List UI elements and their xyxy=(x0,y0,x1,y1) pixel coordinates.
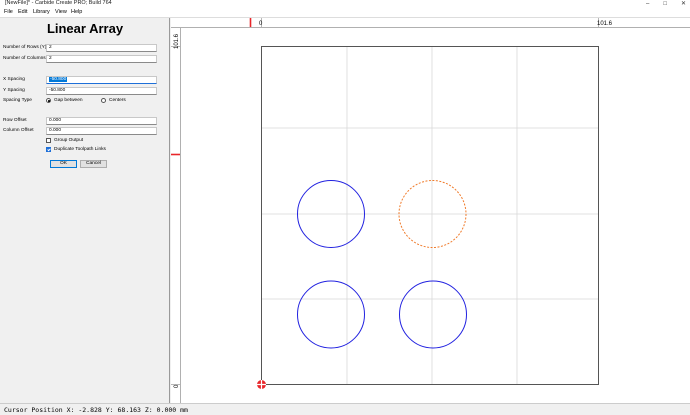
gap-between-label: Gap between xyxy=(54,98,83,103)
group-output-label: Group Output xyxy=(54,138,84,143)
column-offset-input[interactable]: 0.000 xyxy=(46,127,157,135)
linear-array-panel: Linear Array Number of Rows (Y) 2 Number… xyxy=(0,18,170,403)
rows-input[interactable]: 2 xyxy=(46,44,157,52)
x-spacing-label: X Spacing xyxy=(3,77,25,82)
origin-icon xyxy=(257,380,266,389)
menu-view[interactable]: View xyxy=(55,8,67,17)
duplicate-toolpath-checkbox[interactable] xyxy=(46,147,51,152)
y-spacing-row: Y Spacing -50.800 xyxy=(3,87,157,95)
centers-label: Centers xyxy=(109,98,126,103)
rows-row: Number of Rows (Y) 2 xyxy=(3,44,157,52)
column-offset-label: Column Offset xyxy=(3,128,34,133)
column-offset-row: Column Offset 0.000 xyxy=(3,127,157,135)
design-canvas-area[interactable]: 0 101.6 101.6 0 xyxy=(171,18,690,403)
y-spacing-label: Y Spacing xyxy=(3,88,25,93)
group-output-row: Group Output xyxy=(3,137,155,145)
row-offset-label: Row Offset xyxy=(3,118,27,123)
design-canvas[interactable]: 0 101.6 101.6 0 xyxy=(171,18,690,403)
x-spacing-row: X Spacing -50.800 xyxy=(3,76,157,84)
x-spacing-input[interactable]: -50.800 xyxy=(46,76,157,84)
centers-radio[interactable] xyxy=(101,98,106,103)
menu-edit[interactable]: Edit xyxy=(18,8,27,17)
left-ruler-label-101: 101.6 xyxy=(174,33,180,49)
top-ruler-label-101: 101.6 xyxy=(597,21,613,27)
top-ruler xyxy=(171,18,690,27)
duplicate-toolpath-label: Duplicate Toolpath Links xyxy=(54,147,106,152)
rows-label: Number of Rows (Y) xyxy=(3,45,47,50)
close-icon[interactable]: ✕ xyxy=(681,0,686,8)
menu-file[interactable]: File xyxy=(4,8,13,17)
group-output-checkbox[interactable] xyxy=(46,138,51,143)
cancel-button[interactable]: Cancel xyxy=(80,160,107,168)
status-bar: Cursor Position X: -2.828 Y: 68.163 Z: 0… xyxy=(0,403,690,415)
gap-between-radio[interactable] xyxy=(46,98,51,103)
ok-button[interactable]: OK xyxy=(50,160,77,168)
duplicate-toolpath-row: Duplicate Toolpath Links xyxy=(3,146,155,154)
stock-outline xyxy=(261,46,599,385)
window-titlebar: [NewFile]* - Carbide Create PRO; Build 7… xyxy=(0,0,690,8)
columns-row: Number of Columns (X) 2 xyxy=(3,55,157,63)
spacing-type-row: Spacing Type Gap between Centers xyxy=(3,97,155,105)
left-ruler xyxy=(171,28,180,403)
y-spacing-input[interactable]: -50.800 xyxy=(46,87,157,95)
menu-library[interactable]: Library xyxy=(33,8,50,17)
maximize-icon[interactable]: □ xyxy=(663,0,667,8)
row-offset-input[interactable]: 0.000 xyxy=(46,117,157,125)
spacing-type-label: Spacing Type xyxy=(3,98,32,103)
window-controls: – □ ✕ xyxy=(646,0,686,8)
panel-title: Linear Array xyxy=(46,21,124,36)
row-offset-row: Row Offset 0.000 xyxy=(3,117,157,125)
columns-input[interactable]: 2 xyxy=(46,55,157,63)
menu-bar: File Edit Library View Help xyxy=(0,8,690,18)
menu-help[interactable]: Help xyxy=(71,8,82,17)
minimize-icon[interactable]: – xyxy=(646,0,649,8)
window-title: [NewFile]* - Carbide Create PRO; Build 7… xyxy=(5,0,112,6)
x-spacing-selected-text: -50.800 xyxy=(49,77,68,82)
